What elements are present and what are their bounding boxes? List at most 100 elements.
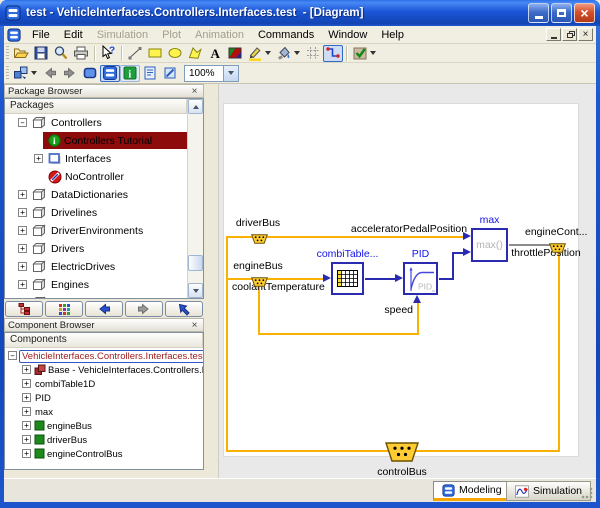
menu-window[interactable]: Window <box>321 28 374 42</box>
enginecontrolbus-connector[interactable] <box>549 240 566 258</box>
insert-component-button[interactable] <box>11 65 31 82</box>
collapse-toggle[interactable] <box>8 351 17 360</box>
next-class-button[interactable] <box>125 301 163 317</box>
block-max[interactable]: max() <box>471 228 508 262</box>
print-button[interactable] <box>71 45 91 62</box>
maximize-button[interactable] <box>551 3 572 23</box>
scrollbar-thumb[interactable] <box>188 255 203 271</box>
driverbus-connector[interactable] <box>251 231 268 249</box>
tree-item-combitable1d[interactable]: combiTable1D <box>5 377 203 391</box>
tree-item-pid[interactable]: PID <box>5 391 203 405</box>
connection-throttle[interactable] <box>509 244 551 246</box>
package-browser-close-icon[interactable]: × <box>189 87 200 96</box>
toolbar-grip[interactable] <box>6 66 9 80</box>
tree-item-powertrainmounts[interactable]: PowertrainMounts <box>5 294 187 298</box>
packages-column-header[interactable]: Packages <box>5 99 187 114</box>
zoom-value[interactable]: 100% <box>184 65 224 82</box>
expand-toggle[interactable] <box>18 226 27 235</box>
tree-item-datadictionaries[interactable]: DataDictionaries <box>5 186 187 204</box>
connection-tool-button[interactable] <box>323 45 343 62</box>
menu-help[interactable]: Help <box>374 28 411 42</box>
forward-button[interactable] <box>60 65 80 82</box>
tree-item-driverbus[interactable]: driverBus <box>5 433 203 447</box>
check-model-dropdown[interactable] <box>370 51 376 55</box>
tree-item-base[interactable]: Base - VehicleInterfaces.Controllers.Int… <box>5 363 203 377</box>
save-button[interactable] <box>31 45 51 62</box>
connection-speed-v2[interactable] <box>417 303 419 335</box>
block-combitable1d[interactable] <box>331 262 364 295</box>
expand-toggle[interactable] <box>22 449 31 458</box>
polygon-tool-button[interactable] <box>185 45 205 62</box>
connection-pid-out-h1[interactable] <box>439 278 453 280</box>
document-menu-icon[interactable] <box>7 28 21 42</box>
previous-class-button[interactable] <box>85 301 123 317</box>
connection-coolant[interactable] <box>228 278 323 280</box>
ellipse-tool-button[interactable] <box>165 45 185 62</box>
zoom-combo[interactable]: 100% <box>184 65 239 82</box>
components-column-header[interactable]: Components <box>5 333 203 348</box>
tree-item-enginebus[interactable]: engineBus <box>5 419 203 433</box>
tree-item-electricdrives[interactable]: ElectricDrives <box>5 258 187 276</box>
zoom-dropdown-button[interactable] <box>224 65 239 82</box>
diagram-editor[interactable]: PID max() <box>218 84 596 478</box>
tree-item-max[interactable]: max <box>5 405 203 419</box>
expand-toggle[interactable] <box>18 244 27 253</box>
tree-item-driverenvironments[interactable]: DriverEnvironments <box>5 222 187 240</box>
bitmap-tool-button[interactable] <box>225 45 245 62</box>
show-components-button[interactable] <box>45 301 83 317</box>
scroll-down-button[interactable] <box>188 283 203 298</box>
menu-file[interactable]: File <box>25 28 57 42</box>
mdi-minimize-button[interactable] <box>546 28 561 41</box>
tree-item-root-model[interactable]: VehicleInterfaces.Controllers.Interfaces… <box>5 349 203 363</box>
menu-edit[interactable]: Edit <box>57 28 90 42</box>
connection-pid-out-v[interactable] <box>452 252 454 280</box>
expand-toggle[interactable] <box>22 365 31 374</box>
expand-toggle[interactable] <box>18 208 27 217</box>
expand-toggle[interactable] <box>22 379 31 388</box>
tree-item-enginecontrolbus[interactable]: engineControlBus <box>5 447 203 461</box>
parent-class-button[interactable] <box>165 301 203 317</box>
find-button[interactable] <box>51 45 71 62</box>
expand-toggle[interactable] <box>18 190 27 199</box>
icon-view-button[interactable] <box>80 65 100 82</box>
fill-style-dropdown[interactable] <box>294 51 300 55</box>
check-model-button[interactable] <box>350 45 370 62</box>
tree-item-nocontroller[interactable]: NoController <box>5 168 187 186</box>
bus-connection-right[interactable] <box>558 250 560 452</box>
tree-item-controllers-tutorial[interactable]: i Controllers Tutorial <box>5 132 187 150</box>
tab-simulation[interactable]: Simulation <box>506 481 591 501</box>
back-button[interactable] <box>40 65 60 82</box>
documentation-view-button[interactable]: i <box>120 65 140 82</box>
toggle-grid-button[interactable] <box>303 45 323 62</box>
tree-item-controllers[interactable]: Controllers <box>5 114 187 132</box>
package-tree-scrollbar[interactable] <box>187 99 203 298</box>
collapse-toggle[interactable] <box>18 118 27 127</box>
open-button[interactable] <box>11 45 31 62</box>
connection-table-to-pid[interactable] <box>365 278 395 280</box>
insert-component-dropdown[interactable] <box>31 71 37 75</box>
mdi-restore-button[interactable] <box>562 28 577 41</box>
text-tool-button[interactable]: A <box>205 45 225 62</box>
diagram-view-button[interactable] <box>100 65 120 82</box>
connection-speed-h[interactable] <box>258 333 419 335</box>
panel-splitter[interactable] <box>204 84 218 478</box>
tree-item-engines[interactable]: Engines <box>5 276 187 294</box>
context-help-button[interactable]: ? <box>98 45 118 62</box>
mdi-close-button[interactable] <box>578 28 593 41</box>
menu-commands[interactable]: Commands <box>251 28 321 42</box>
used-classes-button[interactable] <box>160 65 180 82</box>
line-tool-button[interactable] <box>125 45 145 62</box>
tab-modeling[interactable]: Modeling <box>433 481 511 501</box>
show-hierarchy-button[interactable] <box>5 301 43 317</box>
scroll-up-button[interactable] <box>188 99 203 114</box>
component-browser-close-icon[interactable]: × <box>189 321 200 330</box>
resize-grip[interactable] <box>581 487 593 499</box>
minimize-button[interactable] <box>528 3 549 23</box>
enginebus-connector[interactable] <box>251 274 268 292</box>
expand-toggle[interactable] <box>22 421 31 430</box>
toolbar-grip[interactable] <box>6 46 9 60</box>
expand-toggle[interactable] <box>18 262 27 271</box>
tree-item-drivers[interactable]: Drivers <box>5 240 187 258</box>
expand-toggle[interactable] <box>22 435 31 444</box>
modelica-text-view-button[interactable] <box>140 65 160 82</box>
